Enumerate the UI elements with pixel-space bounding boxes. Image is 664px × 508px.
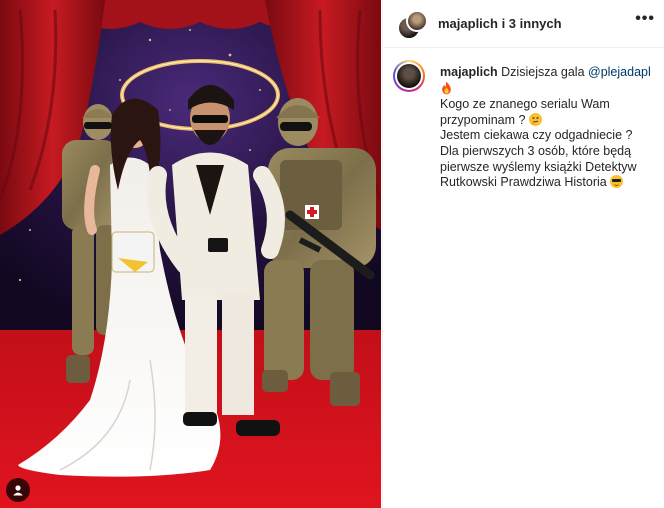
thinking-face-icon: [528, 112, 542, 126]
photo-illustration: [0, 0, 381, 508]
user-tag-button[interactable]: [6, 478, 30, 502]
caption-intro: Dzisiejsza gala: [501, 65, 585, 79]
caption-text: majaplich Dzisiejsza gala @plejadapl Kog…: [440, 65, 660, 191]
post-header: majaplich i 3 innych •••: [383, 0, 664, 48]
instagram-post: majaplich i 3 innych ••• majaplich Dzisi…: [0, 0, 664, 508]
caption-avatar[interactable]: [393, 60, 425, 92]
header-username[interactable]: majaplich i 3 innych: [438, 16, 562, 31]
caption-line-2: Jestem ciekawa czy odgadniecie ?: [440, 128, 633, 143]
post-photo[interactable]: [0, 0, 381, 508]
post-sidebar: majaplich i 3 innych ••• majaplich Dzisi…: [382, 0, 664, 508]
fire-emoji-icon: [442, 81, 451, 94]
user-tag-icon: [13, 485, 23, 496]
more-horizontal-icon[interactable]: •••: [635, 11, 655, 27]
sunglasses-face-icon: [610, 175, 624, 189]
avatar: [406, 10, 428, 32]
caption-username[interactable]: majaplich: [440, 65, 498, 79]
collab-avatars[interactable]: [397, 10, 428, 40]
caption-line-1: Kogo ze znanego serialu Wam przypominam …: [440, 97, 610, 127]
caption-line-3: Dla pierwszych 3 osób, które będą pierws…: [440, 143, 637, 190]
mention-link[interactable]: @plejadapl: [588, 65, 651, 79]
